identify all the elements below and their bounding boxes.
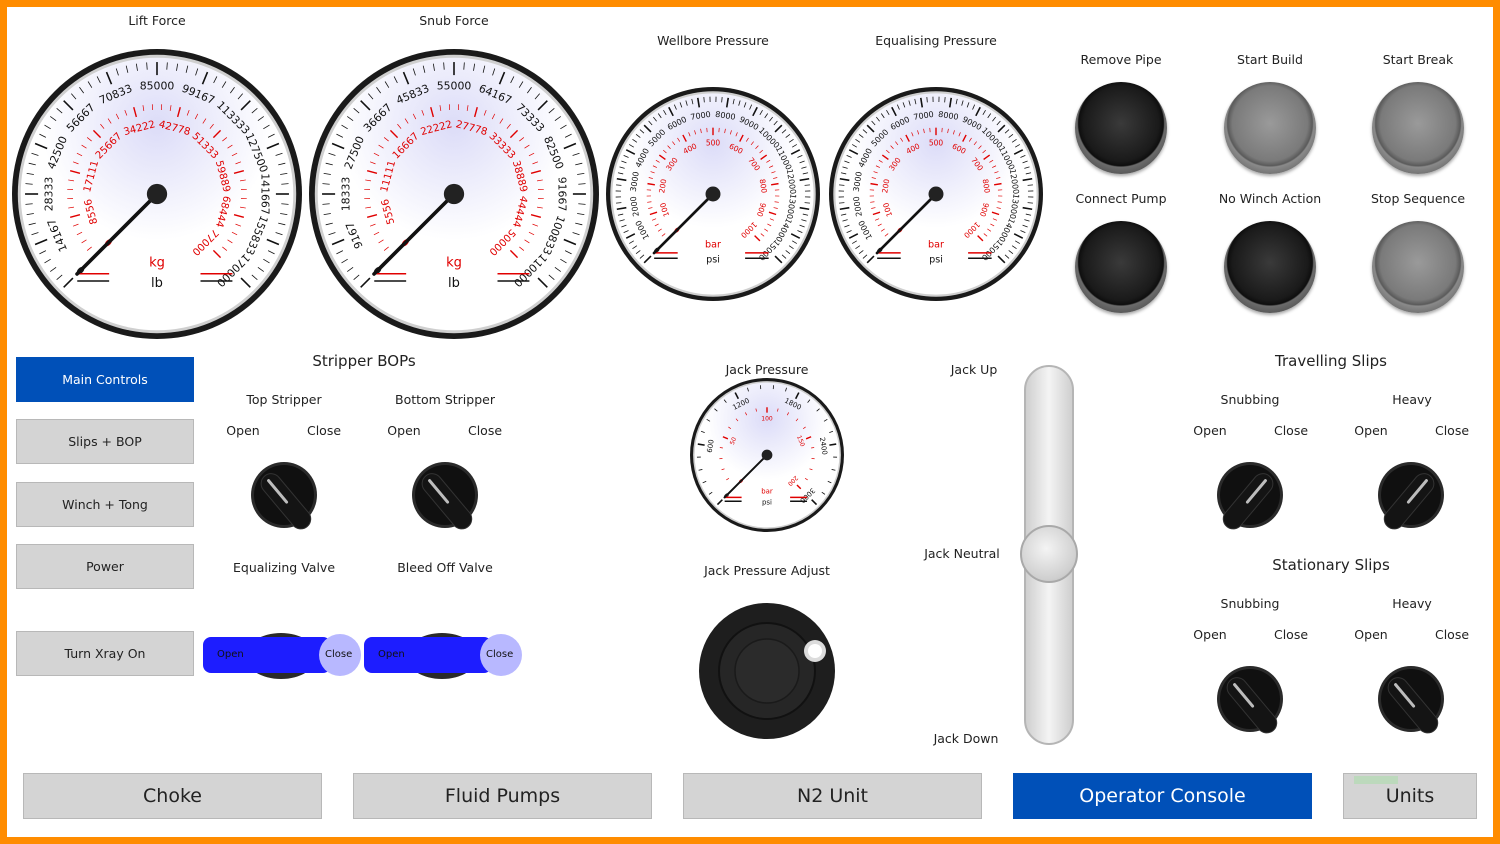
- n2-unit-button[interactable]: N2 Unit: [683, 773, 982, 819]
- connect-pump-button[interactable]: [1075, 221, 1167, 313]
- jack-slider-thumb[interactable]: [1020, 525, 1078, 583]
- bottom-stripper-selector[interactable]: [409, 459, 481, 539]
- connect-pump-label: Connect Pump: [1075, 191, 1167, 206]
- winch-tong-button[interactable]: Winch + Tong: [16, 482, 194, 527]
- stationary-heavy-close-label: Close: [1434, 627, 1470, 642]
- gauge-unit-inner: bar: [761, 488, 773, 496]
- no-winch-action-label: No Winch Action: [1218, 191, 1322, 206]
- bottom-stripper-close-label: Close: [467, 423, 503, 438]
- remove-pipe-button[interactable]: [1075, 82, 1167, 174]
- power-button[interactable]: Power: [16, 544, 194, 589]
- units-button-label: Units: [1385, 785, 1435, 807]
- units-button[interactable]: Units: [1343, 773, 1477, 819]
- start-build-label: Start Build: [1237, 52, 1303, 67]
- travelling-slips-title: Travelling Slips: [1275, 352, 1387, 370]
- equalizing-valve-close-text: Close: [325, 649, 353, 660]
- gauge-inner-tick-label: 100: [761, 415, 773, 422]
- stationary-snubbing-open-label: Open: [1193, 627, 1227, 642]
- fluid-pumps-button[interactable]: Fluid Pumps: [353, 773, 652, 819]
- jack-down-label: Jack Down: [933, 731, 999, 746]
- equalizing-valve-open-text: Open: [217, 649, 244, 660]
- top-stripper-close-label: Close: [306, 423, 342, 438]
- travelling-snubbing-close-label: Close: [1273, 423, 1309, 438]
- stationary-heavy-selector[interactable]: [1375, 663, 1447, 743]
- jack-up-label: Jack Up: [950, 362, 998, 377]
- operator-console-button[interactable]: Operator Console: [1013, 773, 1312, 819]
- units-indicator: [1354, 776, 1398, 784]
- stop-sequence-button[interactable]: [1372, 221, 1464, 313]
- start-build-button[interactable]: [1224, 82, 1316, 174]
- travelling-snubbing-label: Snubbing: [1220, 392, 1280, 407]
- bleed-off-valve-close-text: Close: [486, 649, 514, 660]
- top-stripper-selector[interactable]: [248, 459, 320, 539]
- stationary-snubbing-selector[interactable]: [1214, 663, 1286, 743]
- top-stripper-label: Top Stripper: [246, 392, 322, 407]
- no-winch-action-button[interactable]: [1224, 221, 1316, 313]
- bleed-off-valve-open-text: Open: [378, 649, 405, 660]
- stationary-snubbing-label: Snubbing: [1220, 596, 1280, 611]
- bleed-off-valve-switch[interactable]: Open Close: [364, 629, 522, 681]
- equalizing-valve-switch[interactable]: Open Close: [203, 629, 361, 681]
- travelling-heavy-label: Heavy: [1392, 392, 1432, 407]
- travelling-heavy-close-label: Close: [1434, 423, 1470, 438]
- choke-button[interactable]: Choke: [23, 773, 322, 819]
- stop-sequence-label: Stop Sequence: [1370, 191, 1466, 206]
- travelling-snubbing-open-label: Open: [1193, 423, 1227, 438]
- start-break-button[interactable]: [1372, 82, 1464, 174]
- travelling-heavy-open-label: Open: [1354, 423, 1388, 438]
- turn-xray-on-button[interactable]: Turn Xray On: [16, 631, 194, 676]
- top-stripper-open-label: Open: [226, 423, 260, 438]
- equalizing-valve-label: Equalizing Valve: [232, 560, 336, 575]
- stationary-snubbing-close-label: Close: [1273, 627, 1309, 642]
- jack-neutral-label: Jack Neutral: [924, 546, 1000, 561]
- stationary-heavy-open-label: Open: [1354, 627, 1388, 642]
- stripper-bops-title: Stripper BOPs: [312, 352, 416, 370]
- bleed-off-valve-label: Bleed Off Valve: [397, 560, 493, 575]
- stationary-heavy-label: Heavy: [1392, 596, 1432, 611]
- gauge-unit-outer: psi: [762, 498, 772, 506]
- bottom-stripper-open-label: Open: [387, 423, 421, 438]
- bottom-stripper-label: Bottom Stripper: [395, 392, 495, 407]
- slips-bop-button[interactable]: Slips + BOP: [16, 419, 194, 464]
- jack-pressure-adjust-knob[interactable]: [697, 601, 837, 741]
- travelling-snubbing-selector[interactable]: [1214, 459, 1286, 539]
- main-controls-button[interactable]: Main Controls: [16, 357, 194, 402]
- gauge-hub: [761, 449, 773, 461]
- remove-pipe-label: Remove Pipe: [1080, 52, 1162, 67]
- start-break-label: Start Break: [1382, 52, 1454, 67]
- stationary-slips-title: Stationary Slips: [1272, 556, 1390, 574]
- jack-pressure-adjust-label: Jack Pressure Adjust: [704, 563, 830, 578]
- travelling-heavy-selector[interactable]: [1375, 459, 1447, 539]
